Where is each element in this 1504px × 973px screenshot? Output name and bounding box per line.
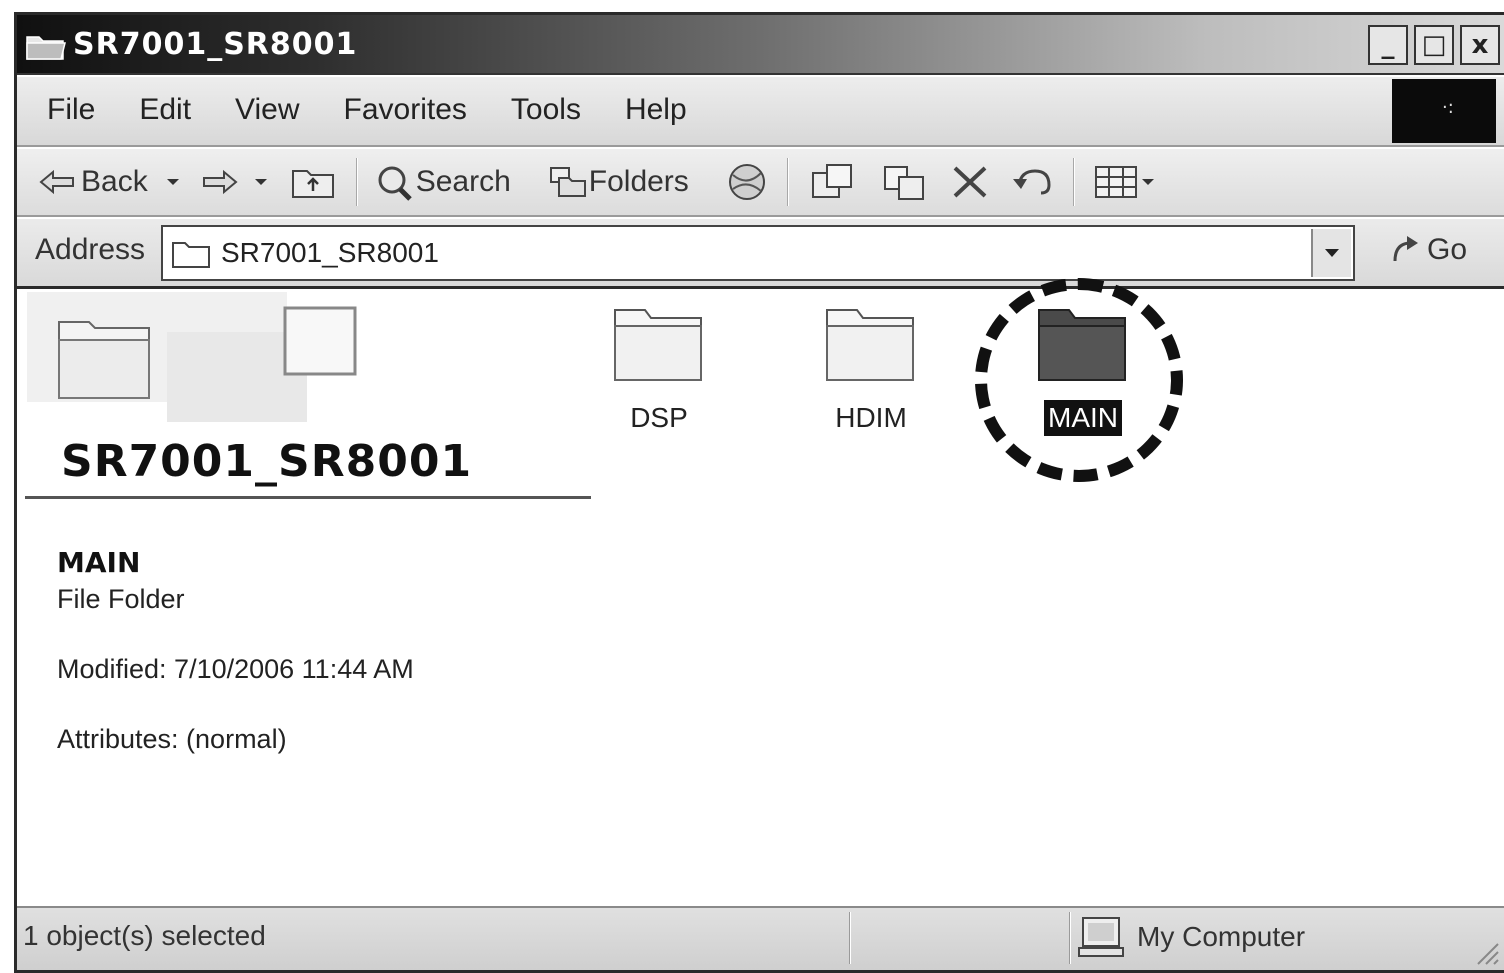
resize-grip-icon[interactable] [1470,936,1500,966]
delete-x-icon [953,166,987,198]
copy-to-button[interactable] [879,156,929,208]
details-pane: SR7001_SR8001 MAIN File Folder Modified:… [17,292,597,906]
move-to-button[interactable] [807,156,857,208]
maximize-button[interactable]: □ [1414,25,1454,65]
folder-item-dsp[interactable]: DSP [589,302,729,436]
menu-file[interactable]: File [47,93,95,127]
chevron-down-icon [1141,179,1154,185]
folder-content: SR7001_SR8001 MAIN File Folder Modified:… [17,278,1504,906]
undo-button[interactable] [1009,156,1057,208]
folder-icon [826,309,914,381]
folder-item-hdim[interactable]: HDIM [801,302,941,436]
selected-item-modified: Modified: 7/10/2006 11:44 AM [57,654,414,684]
windows-logo-icon: ·: [1392,79,1496,143]
back-dropdown[interactable] [166,156,180,208]
folder-icon [26,36,66,60]
menu-bar: File Edit View Favorites Tools Help ·: [17,77,1504,147]
globe-folder-icon [728,164,765,200]
folder-icon [614,309,702,381]
folder-banner-art [27,292,357,422]
chevron-down-icon [1325,249,1339,257]
minimize-button[interactable]: _ [1368,25,1408,65]
folders-icon [549,167,586,197]
views-grid-icon [1094,166,1137,198]
delete-button[interactable] [949,156,991,208]
address-value: SR7001_SR8001 [221,237,439,268]
chevron-down-icon [254,179,267,185]
menu-help[interactable]: Help [625,93,687,127]
chevron-down-icon [166,179,179,185]
status-selection: 1 object(s) selected [23,920,266,951]
search-label: Search [415,165,511,198]
up-folder-icon [291,170,334,198]
standard-toolbar: Back Search Folders [17,149,1504,217]
forward-dropdown[interactable] [254,156,268,208]
address-input[interactable]: SR7001_SR8001 [161,225,1355,281]
folder-label: DSP [630,402,688,433]
folders-button[interactable]: Folders [547,156,689,208]
status-bar: 1 object(s) selected My Computer [17,906,1504,970]
explorer-window: SR7001_SR8001 _ □ x File Edit View Favor… [14,12,1504,973]
folder-icon [172,242,210,268]
highlight-circle [975,278,1183,482]
search-button[interactable]: Search [374,156,511,208]
back-label: Back [81,165,148,198]
menu-edit[interactable]: Edit [139,93,191,127]
go-button[interactable]: Go [1389,233,1467,267]
up-folder-button[interactable] [290,156,336,208]
window-title: SR7001_SR8001 [73,27,358,62]
title-bar[interactable]: SR7001_SR8001 _ □ x [17,15,1504,75]
move-to-icon [811,164,852,198]
status-zone: My Computer [1077,914,1305,960]
menu-tools[interactable]: Tools [511,93,581,127]
address-bar: Address SR7001_SR8001 Go [17,219,1504,289]
back-button[interactable]: Back [37,156,148,208]
folder-title: SR7001_SR8001 [61,436,473,487]
menu-view[interactable]: View [235,93,299,127]
undo-icon [1012,169,1051,195]
views-button[interactable] [1093,156,1155,208]
selected-item-attributes: Attributes: (normal) [57,724,287,754]
forward-button[interactable] [200,156,240,208]
folder-label: HDIM [835,402,907,433]
folder-sync-button[interactable] [723,156,771,208]
selected-item-type: File Folder [57,584,185,614]
status-zone-label: My Computer [1137,921,1306,952]
title-divider [25,496,591,499]
close-button[interactable]: x [1460,25,1500,65]
search-icon [378,166,412,201]
go-label: Go [1427,233,1468,266]
copy-to-icon [883,166,924,200]
address-label: Address [35,233,146,266]
go-arrow-icon [1393,236,1418,262]
address-dropdown-button[interactable] [1311,229,1351,277]
forward-arrow-icon [202,169,238,195]
folders-label: Folders [588,165,689,198]
selected-item-name: MAIN [57,546,141,579]
computer-icon [1078,917,1124,957]
menu-favorites[interactable]: Favorites [344,93,467,127]
back-arrow-icon [39,169,74,195]
